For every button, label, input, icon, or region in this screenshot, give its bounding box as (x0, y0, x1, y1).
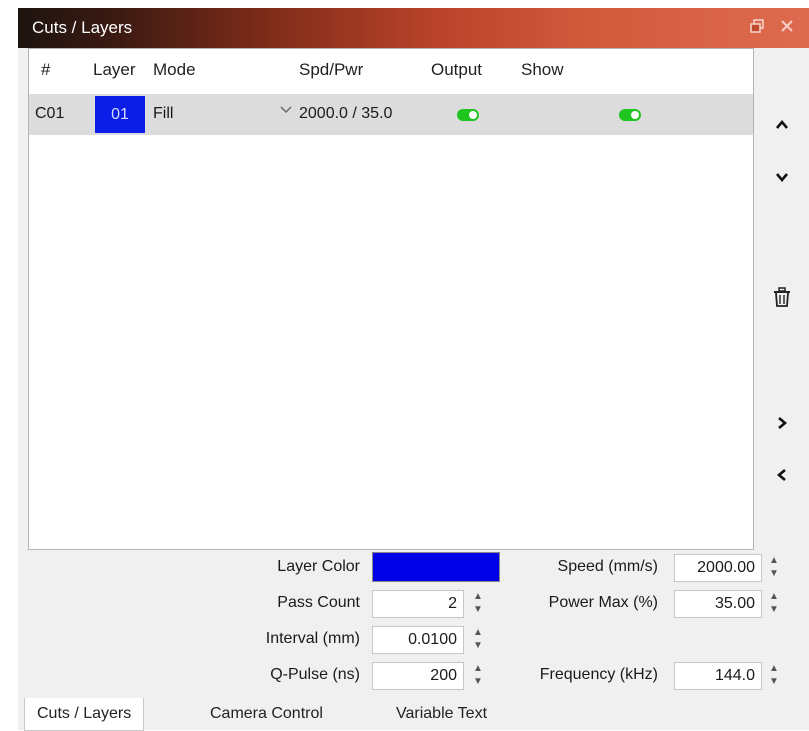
panel-title: Cuts / Layers (32, 18, 133, 37)
speed-label: Speed (mm/s) (557, 558, 658, 575)
layer-color-chip[interactable]: 01 (95, 96, 145, 133)
speed-spinner[interactable]: ▲ ▼ (766, 554, 782, 582)
pass-count-input[interactable]: 2 (372, 590, 464, 618)
move-up-button[interactable] (758, 100, 806, 148)
qpulse-label: Q-Pulse (ns) (270, 666, 360, 683)
header-mode[interactable]: Mode (153, 60, 196, 80)
expand-right-icon (775, 412, 789, 431)
qpulse-spinner[interactable]: ▲ ▼ (470, 662, 486, 690)
chevron-down-icon[interactable] (279, 102, 293, 120)
frequency-label: Frequency (kHz) (539, 666, 658, 683)
move-down-button[interactable] (758, 152, 806, 200)
speed-input[interactable]: 2000.00 (674, 554, 762, 582)
power-max-input[interactable]: 35.00 (674, 590, 762, 618)
collapse-left-icon (775, 464, 789, 483)
collapse-left-button[interactable] (758, 450, 806, 498)
layer-color-swatch[interactable] (372, 552, 500, 582)
delete-trash-icon (773, 286, 791, 307)
table-header: # Layer Mode Spd/Pwr Output Show (29, 49, 753, 93)
expand-right-button[interactable] (758, 398, 806, 446)
header-number[interactable]: # (41, 60, 50, 80)
header-spd-pwr[interactable]: Spd/Pwr (299, 60, 363, 80)
layer-color-label: Layer Color (277, 558, 360, 575)
delete-layer-button[interactable] (758, 272, 806, 320)
cuts-layers-panel: Cuts / Layers # Layer Mode Spd/Pwr Outpu… (18, 8, 809, 731)
table-row[interactable]: C01 01 Fill 2000.0 / 35.0 (29, 94, 753, 135)
spd-pwr-value: 2000.0 / 35.0 (299, 105, 393, 122)
frequency-input[interactable]: 144.0 (674, 662, 762, 690)
header-show[interactable]: Show (521, 60, 564, 80)
row-number: C01 (35, 105, 65, 122)
tab-cuts-layers[interactable]: Cuts / Layers (24, 698, 145, 731)
power-max-label: Power Max (%) (548, 594, 658, 611)
tab-camera-control[interactable]: Camera Control (198, 698, 335, 730)
layers-table: # Layer Mode Spd/Pwr Output Show C01 01 … (28, 48, 754, 550)
restore-float-icon[interactable] (746, 17, 768, 39)
frequency-spinner[interactable]: ▲ ▼ (766, 662, 782, 690)
interval-label: Interval (mm) (265, 630, 360, 647)
show-toggle[interactable] (619, 109, 641, 121)
interval-spinner[interactable]: ▲ ▼ (470, 626, 486, 654)
output-toggle[interactable] (457, 109, 479, 121)
pass-count-label: Pass Count (277, 594, 360, 611)
mode-select[interactable]: Fill (153, 105, 173, 123)
header-layer[interactable]: Layer (93, 60, 136, 80)
close-icon[interactable] (776, 17, 798, 39)
header-output[interactable]: Output (431, 60, 482, 80)
move-up-icon (775, 114, 789, 133)
bottom-tab-bar: Cuts / Layers Camera Control Variable Te… (18, 698, 809, 731)
tab-variable-text[interactable]: Variable Text (384, 698, 499, 730)
power-max-spinner[interactable]: ▲ ▼ (766, 590, 782, 618)
panel-titlebar: Cuts / Layers (18, 8, 809, 48)
interval-input[interactable]: 0.0100 (372, 626, 464, 654)
pass-count-spinner[interactable]: ▲ ▼ (470, 590, 486, 618)
move-down-icon (775, 166, 789, 185)
qpulse-input[interactable]: 200 (372, 662, 464, 690)
